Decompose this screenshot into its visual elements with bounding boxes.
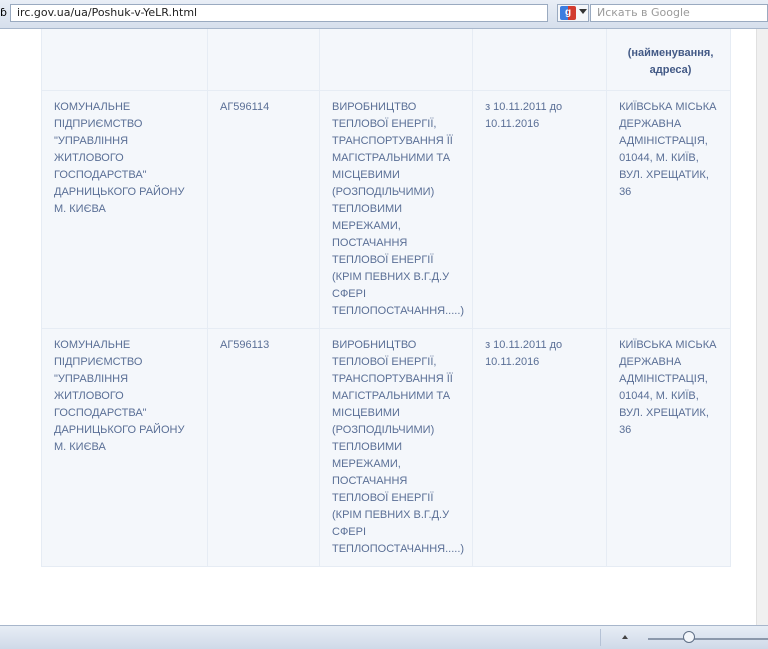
license-cell: АГ596113 xyxy=(207,328,320,567)
license-results-table: (найменування, адреса) КОМУНАЛЬНЕ ПІДПРИ… xyxy=(41,29,732,567)
owner-cell: КОМУНАЛЬНЕ ПІДПРИЄМСТВО "УПРАВЛІННЯ ЖИТЛ… xyxy=(41,328,208,567)
browser-toolbar: ɓ irc.gov.ua/ua/Poshuk-v-YeLR.html g Иск… xyxy=(0,0,768,29)
header-cell xyxy=(318,29,474,91)
header-cell xyxy=(472,29,608,91)
table-header-row: (найменування, адреса) xyxy=(41,29,732,91)
search-engine-button[interactable]: g xyxy=(557,4,589,22)
activity-cell: ВИРОБНИЦТВО ТЕПЛОВОЇ ЕНЕРГІЇ, ТРАНСПОРТУ… xyxy=(318,90,474,329)
page-content: (найменування, адреса) КОМУНАЛЬНЕ ПІДПРИ… xyxy=(0,29,756,625)
vertical-scrollbar[interactable] xyxy=(756,29,768,625)
activity-cell: ВИРОБНИЦТВО ТЕПЛОВОЇ ЕНЕРГІЇ, ТРАНСПОРТУ… xyxy=(318,328,474,567)
arrow-up-icon[interactable] xyxy=(622,635,628,639)
google-logo-icon: g xyxy=(560,6,576,20)
authority-header-label: (найменування, адреса) xyxy=(627,47,714,76)
license-cell: АГ596114 xyxy=(207,90,320,329)
status-bar xyxy=(0,625,768,649)
term-cell: з 10.11.2011 до 10.11.2016 xyxy=(472,90,608,329)
table-row: КОМУНАЛЬНЕ ПІДПРИЄМСТВО "УПРАВЛІННЯ ЖИТЛ… xyxy=(41,328,732,567)
zoom-slider-handle[interactable] xyxy=(683,631,695,643)
header-cell xyxy=(207,29,320,91)
header-cell xyxy=(41,29,208,91)
table-row: КОМУНАЛЬНЕ ПІДПРИЄМСТВО "УПРАВЛІННЯ ЖИТЛ… xyxy=(41,90,732,329)
zoom-slider-track[interactable] xyxy=(648,638,768,640)
address-bar[interactable]: irc.gov.ua/ua/Poshuk-v-YeLR.html xyxy=(10,4,548,22)
chevron-down-icon xyxy=(579,9,587,14)
authority-cell: КИЇВСЬКА МІСЬКА ДЕРЖАВНА АДМІНІСТРАЦІЯ, … xyxy=(606,328,732,567)
status-separator xyxy=(600,629,601,646)
owner-cell: КОМУНАЛЬНЕ ПІДПРИЄМСТВО "УПРАВЛІННЯ ЖИТЛ… xyxy=(41,90,208,329)
authority-cell: КИЇВСЬКА МІСЬКА ДЕРЖАВНА АДМІНІСТРАЦІЯ, … xyxy=(606,90,732,329)
term-cell: з 10.11.2011 до 10.11.2016 xyxy=(472,328,608,567)
header-cell-authority: (найменування, адреса) xyxy=(606,29,732,91)
search-input[interactable]: Искать в Google xyxy=(590,4,768,22)
